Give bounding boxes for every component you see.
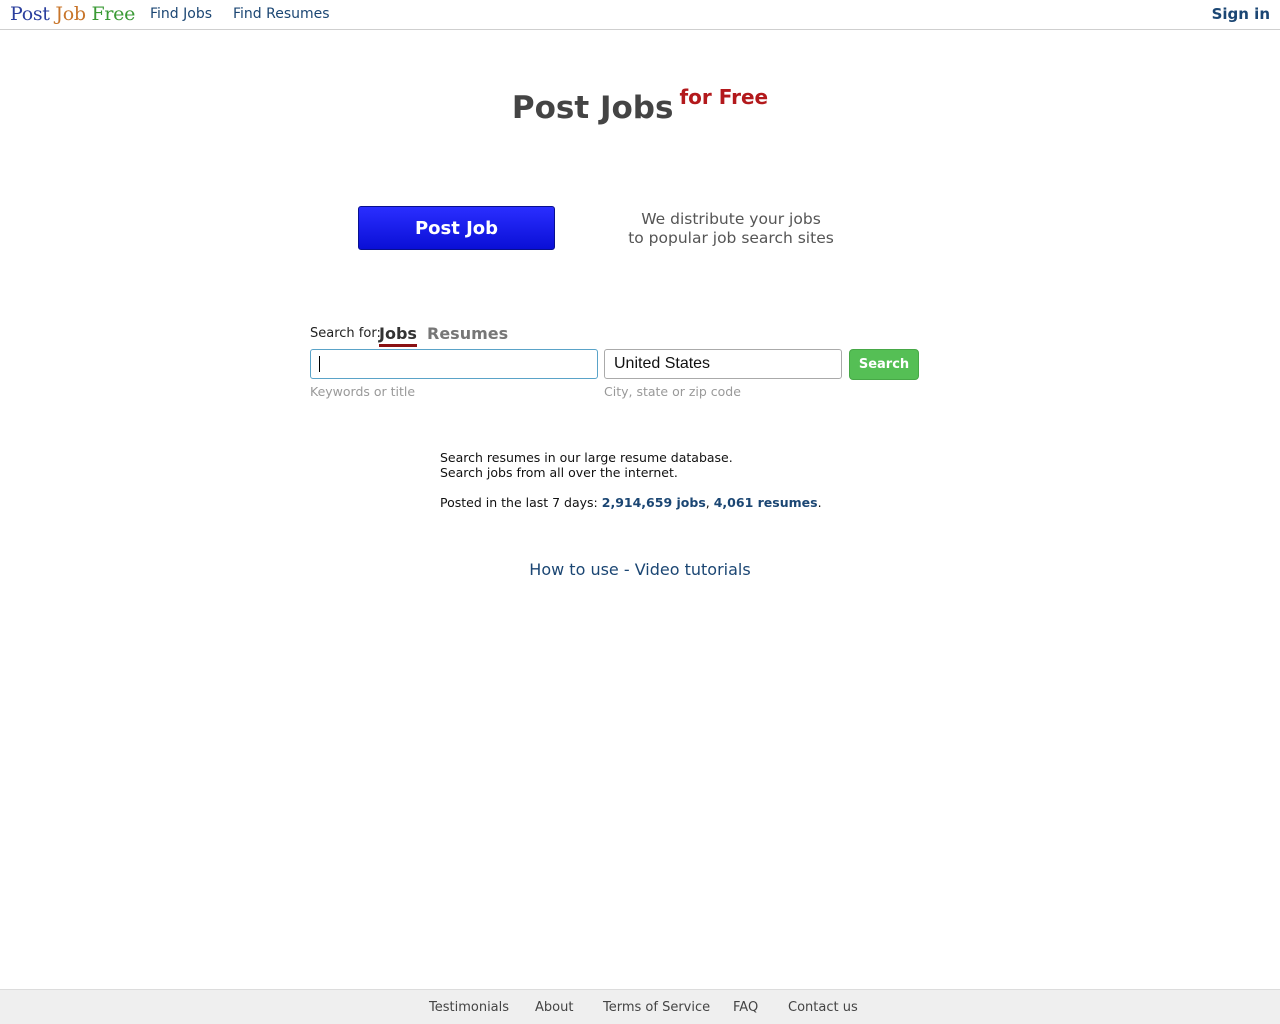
logo-word-free: Free bbox=[91, 3, 136, 25]
nav-find-jobs[interactable]: Find Jobs bbox=[150, 6, 212, 22]
location-hint: City, state or zip code bbox=[604, 384, 741, 399]
sign-in-link[interactable]: Sign in bbox=[1212, 5, 1270, 23]
stats-separator: , bbox=[705, 495, 710, 510]
info-jobs-line: Search jobs from all over the internet. bbox=[440, 465, 678, 480]
footer-testimonials-link[interactable]: Testimonials bbox=[429, 1000, 509, 1015]
hero-title-main: Post Jobs bbox=[511, 90, 674, 126]
logo-word-post: Post bbox=[10, 3, 50, 25]
search-button[interactable]: Search bbox=[849, 349, 919, 380]
search-for-label: Search for: bbox=[310, 326, 381, 341]
footer-contact-link[interactable]: Contact us bbox=[788, 1000, 858, 1015]
top-navbar: Post Job Free Find Jobs Find Resumes Sig… bbox=[0, 0, 1280, 30]
resumes-count-link[interactable]: 4,061 resumes bbox=[714, 495, 818, 510]
how-to-use-link[interactable]: How to use - Video tutorials bbox=[0, 560, 1280, 579]
site-logo[interactable]: Post Job Free bbox=[10, 3, 135, 25]
info-resumes-line: Search resumes in our large resume datab… bbox=[440, 450, 733, 465]
tab-jobs[interactable]: Jobs bbox=[379, 324, 417, 347]
distribute-line-1: We distribute your jobs bbox=[641, 210, 821, 228]
posted-prefix: Posted in the last 7 days: bbox=[440, 495, 598, 510]
post-job-button[interactable]: Post Job bbox=[358, 206, 555, 250]
stats-end: . bbox=[817, 495, 822, 510]
posted-stats: Posted in the last 7 days: 2,914,659 job… bbox=[440, 495, 822, 510]
hero-title-for-free: for Free bbox=[679, 85, 769, 109]
location-input[interactable] bbox=[604, 349, 842, 379]
tab-resumes[interactable]: Resumes bbox=[427, 324, 508, 343]
keywords-hint: Keywords or title bbox=[310, 384, 416, 399]
jobs-count-link[interactable]: 2,914,659 jobs bbox=[602, 495, 706, 510]
footer-faq-link[interactable]: FAQ bbox=[733, 1000, 758, 1015]
nav-find-resumes[interactable]: Find Resumes bbox=[233, 6, 330, 22]
footer-terms-link[interactable]: Terms of Service bbox=[603, 1000, 710, 1015]
footer-about-link[interactable]: About bbox=[535, 1000, 573, 1015]
distribute-tagline: We distribute your jobs to popular job s… bbox=[620, 210, 842, 248]
distribute-line-2: to popular job search sites bbox=[628, 229, 834, 247]
logo-word-job: Job bbox=[55, 3, 86, 25]
footer: Testimonials About Terms of Service FAQ … bbox=[0, 989, 1280, 1024]
keywords-input[interactable] bbox=[310, 349, 598, 379]
hero-title: Post Jobs for Free bbox=[0, 85, 1280, 126]
text-cursor bbox=[319, 356, 320, 372]
